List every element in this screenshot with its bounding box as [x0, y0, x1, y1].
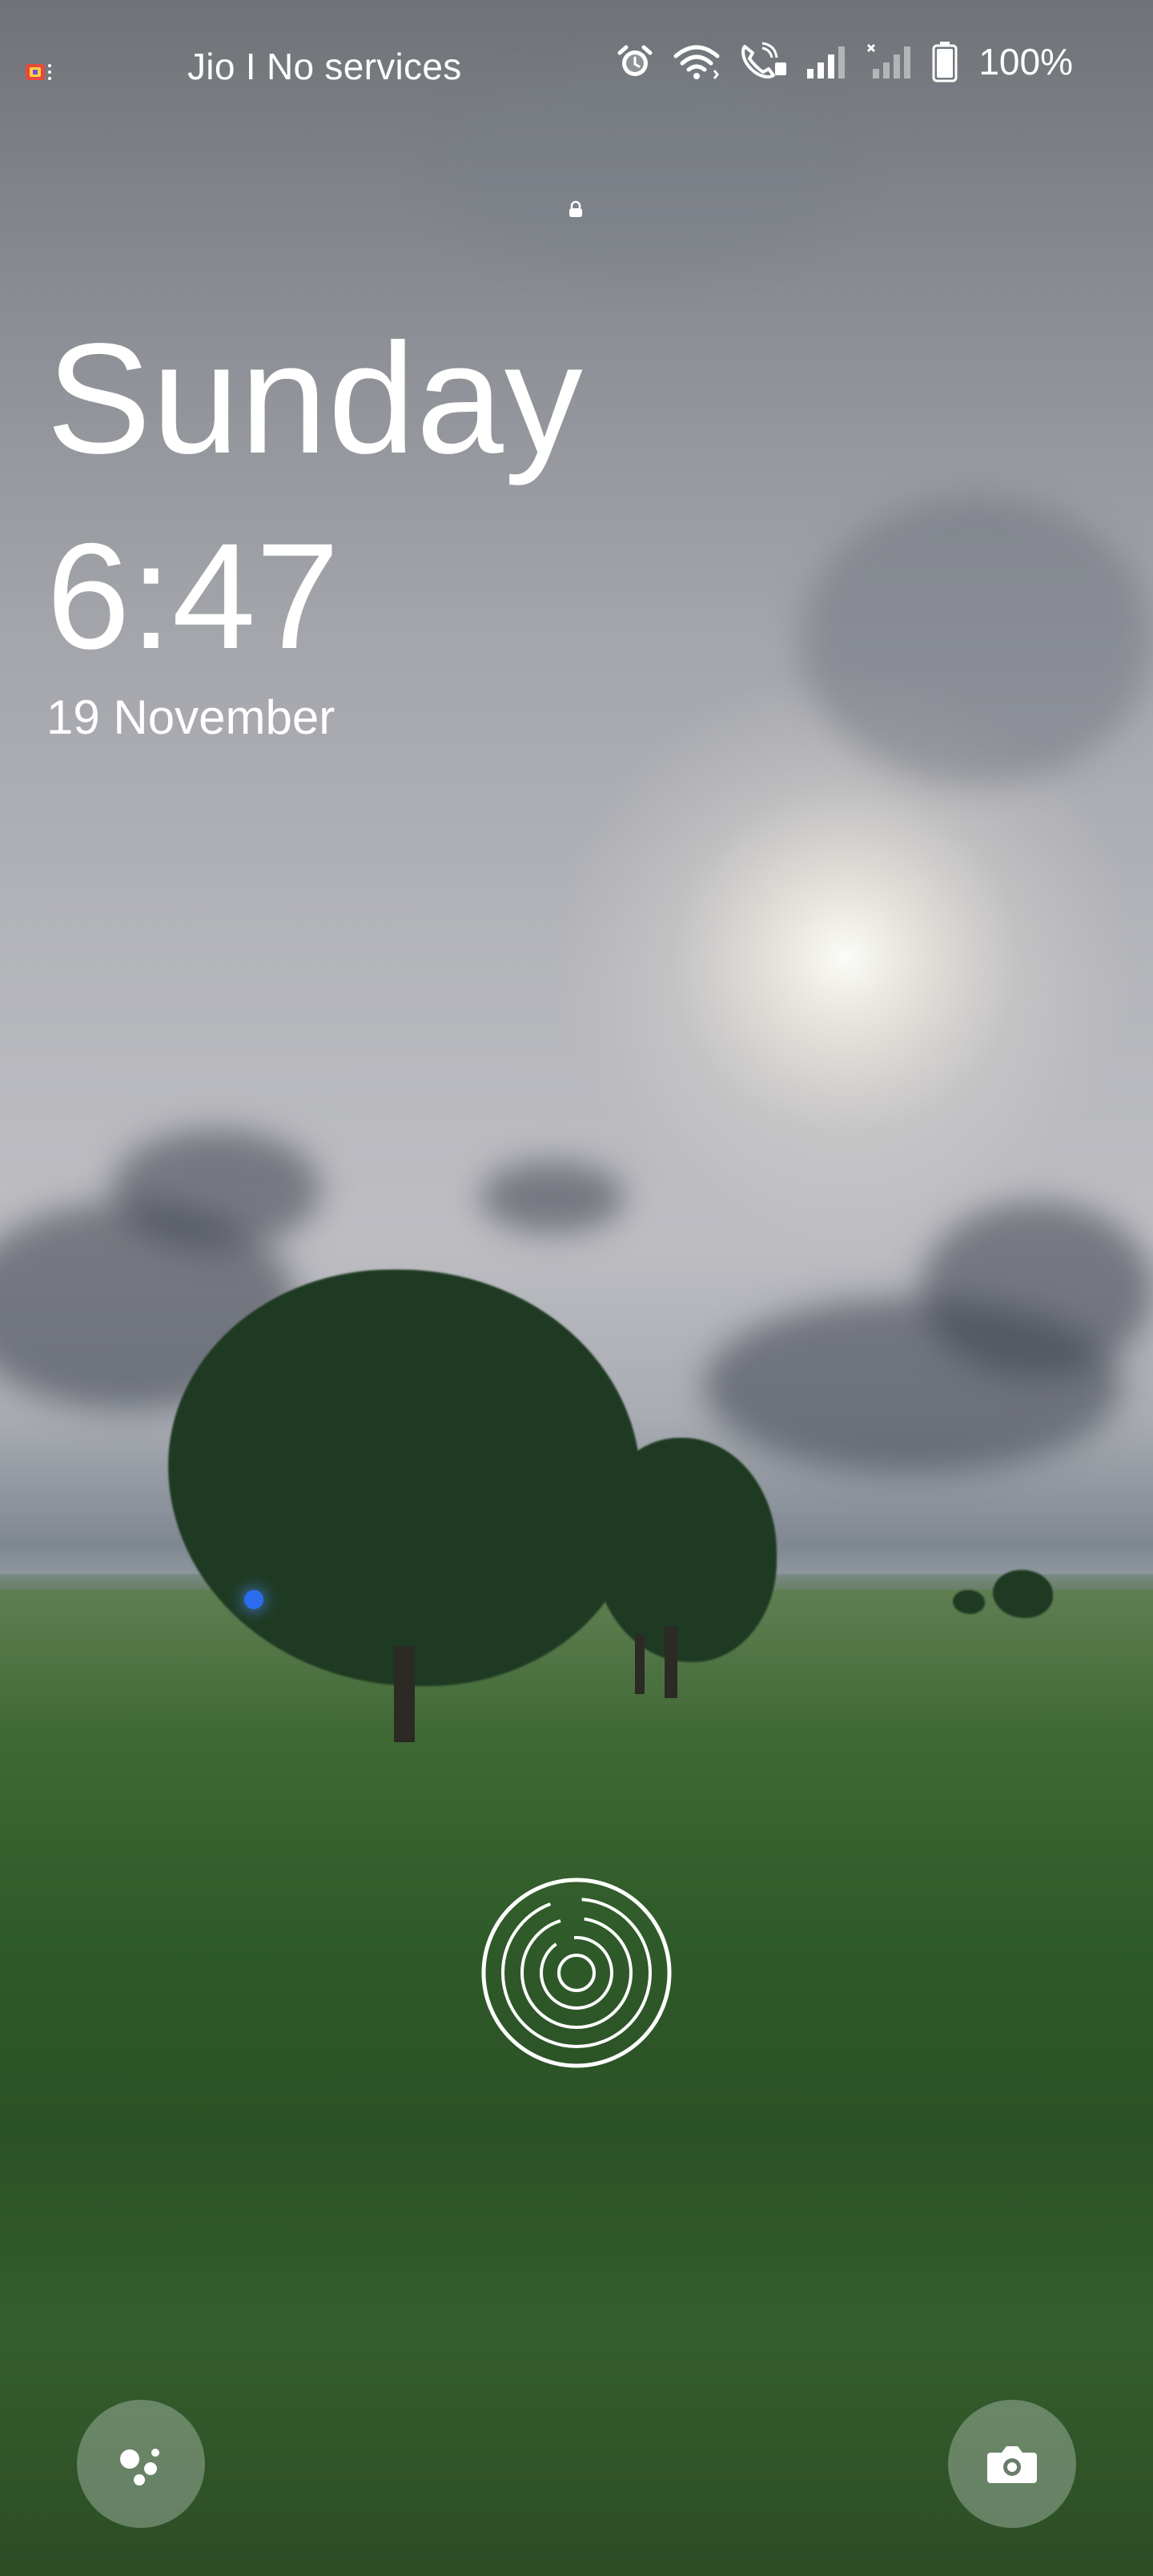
- lockscreen-time: 6:47: [46, 512, 339, 680]
- battery-icon: [932, 42, 958, 83]
- alarm-icon: [617, 45, 653, 76]
- volte-call-icon: [741, 42, 787, 78]
- status-bar: Jio I No services 100%: [0, 34, 1153, 98]
- carrier-label: Jio I No services: [187, 46, 462, 87]
- signal-icon: [807, 46, 846, 78]
- camera-icon: [987, 2446, 1037, 2483]
- camera-shortcut-button[interactable]: [948, 2400, 1076, 2528]
- assistant-icon: [120, 2449, 159, 2485]
- app-notification-icon: [26, 64, 51, 80]
- battery-percent: 100%: [978, 41, 1073, 83]
- lock-icon: [569, 200, 582, 217]
- lockscreen-day: Sunday: [46, 311, 584, 486]
- wifi-icon: [673, 45, 720, 79]
- status-icons: 100%: [615, 40, 1073, 83]
- assistant-shortcut-button[interactable]: [77, 2400, 205, 2528]
- signal-no-service-icon: [867, 43, 911, 78]
- fingerprint-icon[interactable]: [480, 1877, 673, 2069]
- lockscreen-date: 19 November: [46, 690, 335, 744]
